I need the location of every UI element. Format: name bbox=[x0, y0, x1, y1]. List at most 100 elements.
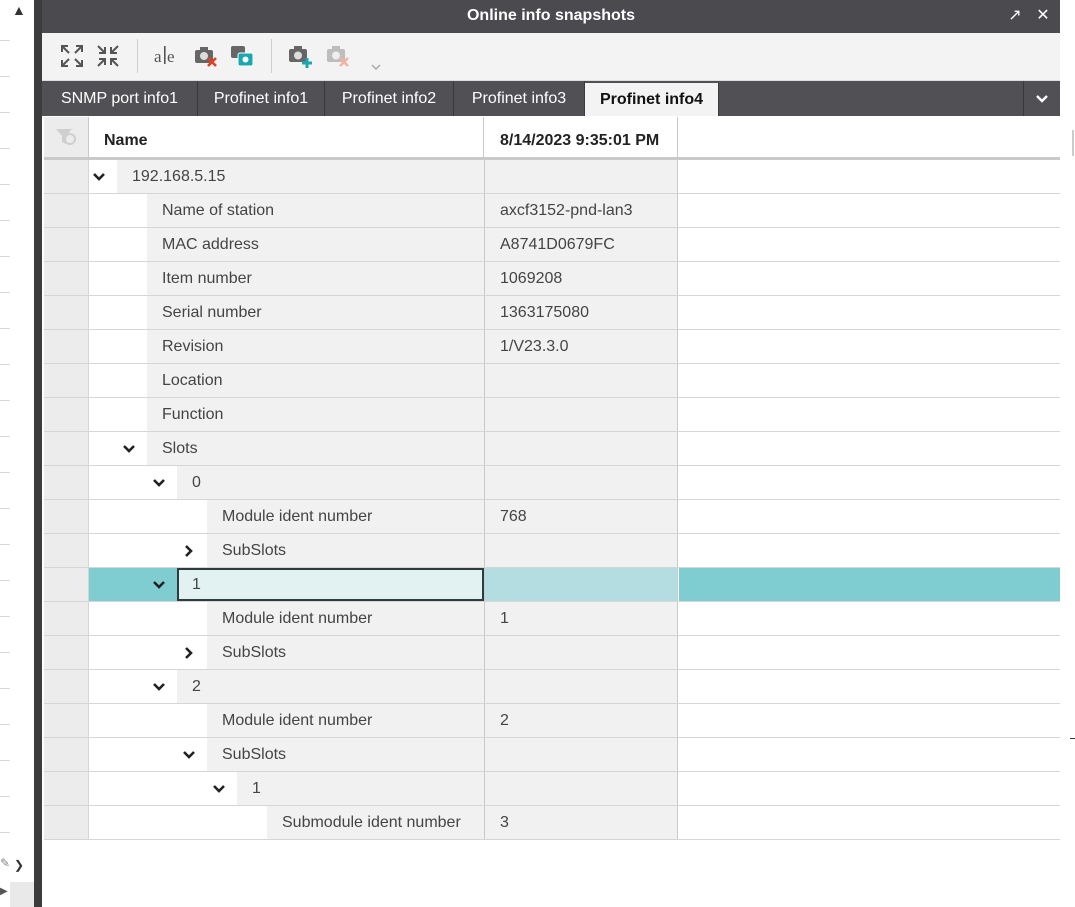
tab-snmp-port-info1[interactable]: SNMP port info1 bbox=[42, 81, 198, 116]
column-header-name[interactable]: Name bbox=[89, 117, 484, 157]
row-value bbox=[485, 432, 678, 465]
tree-row[interactable]: Serial number 1363175080 bbox=[44, 296, 1060, 330]
remove-snapshot-icon[interactable] bbox=[324, 42, 352, 70]
chevron-down-icon[interactable] bbox=[149, 568, 169, 601]
row-value bbox=[485, 534, 678, 567]
delete-snapshot-icon[interactable] bbox=[192, 42, 220, 70]
edit-icon: ✎ bbox=[0, 856, 11, 870]
row-selector[interactable] bbox=[44, 806, 89, 839]
chevron-down-icon[interactable] bbox=[179, 738, 199, 771]
tree-row[interactable]: SubSlots bbox=[44, 534, 1060, 568]
chevron-down-icon[interactable] bbox=[149, 466, 169, 499]
tab-profinet-info1[interactable]: Profinet info1 bbox=[198, 81, 325, 116]
tree-row[interactable]: Location bbox=[44, 364, 1060, 398]
tree-row[interactable]: Module ident number 2 bbox=[44, 704, 1060, 738]
empty-cell bbox=[679, 194, 1060, 227]
row-selector[interactable] bbox=[44, 194, 89, 227]
take-snapshot-icon[interactable] bbox=[286, 42, 314, 70]
row-selector[interactable] bbox=[44, 534, 89, 567]
empty-cell bbox=[679, 330, 1060, 363]
divider bbox=[0, 148, 10, 149]
row-name: 2 bbox=[192, 678, 201, 695]
tree-row[interactable]: MAC address A8741D0679FC bbox=[44, 228, 1060, 262]
row-value: 3 bbox=[485, 806, 678, 839]
row-name: SubSlots bbox=[222, 644, 287, 661]
collapse-all-icon[interactable] bbox=[94, 42, 122, 70]
header-filter-cell[interactable] bbox=[44, 117, 89, 157]
row-selector[interactable] bbox=[44, 262, 89, 295]
tree-row[interactable]: Module ident number 768 bbox=[44, 500, 1060, 534]
row-selector[interactable] bbox=[44, 704, 89, 737]
tree-row[interactable]: 1 bbox=[44, 772, 1060, 806]
row-selector[interactable] bbox=[44, 670, 89, 703]
row-selector[interactable] bbox=[44, 568, 89, 601]
row-selector[interactable] bbox=[44, 330, 89, 363]
expand-arrow-icon[interactable]: ▶ bbox=[0, 886, 8, 897]
chevron-right-icon[interactable] bbox=[179, 636, 199, 669]
chevron-down-icon[interactable] bbox=[89, 160, 109, 193]
row-selector[interactable] bbox=[44, 738, 89, 771]
divider bbox=[0, 616, 10, 617]
tree-row[interactable]: Slots bbox=[44, 432, 1060, 466]
rename-icon[interactable]: a e bbox=[152, 42, 180, 70]
tab-profinet-info3[interactable]: Profinet info3 bbox=[454, 81, 585, 116]
row-selector[interactable] bbox=[44, 500, 89, 533]
row-value: 2 bbox=[485, 704, 678, 737]
row-selector[interactable] bbox=[44, 160, 89, 193]
row-value bbox=[485, 364, 678, 397]
row-value bbox=[485, 772, 678, 805]
row-selector[interactable] bbox=[44, 772, 89, 805]
tree-row[interactable]: Function bbox=[44, 398, 1060, 432]
empty-cell bbox=[679, 262, 1060, 295]
row-value bbox=[485, 670, 678, 703]
row-selector[interactable] bbox=[44, 432, 89, 465]
chevron-down-icon[interactable]: ❯ bbox=[14, 858, 24, 872]
expand-all-icon[interactable] bbox=[58, 42, 86, 70]
row-name: 192.168.5.15 bbox=[132, 168, 226, 185]
row-selector[interactable] bbox=[44, 228, 89, 261]
copy-snapshot-icon[interactable] bbox=[228, 42, 256, 70]
tree-row[interactable]: 192.168.5.15 bbox=[44, 160, 1060, 194]
snapshot-grid: Name 8/14/2023 9:35:01 PM 192.168.5.15 Na… bbox=[44, 117, 1060, 840]
row-value: 1363175080 bbox=[485, 296, 678, 329]
row-value bbox=[485, 568, 678, 601]
empty-cell bbox=[679, 500, 1060, 533]
chevron-down-icon[interactable] bbox=[119, 432, 139, 465]
tree-row[interactable]: Module ident number 1 bbox=[44, 602, 1060, 636]
empty-cell bbox=[679, 296, 1060, 329]
row-selector[interactable] bbox=[44, 636, 89, 669]
row-selector[interactable] bbox=[44, 398, 89, 431]
tree-row[interactable]: Submodule ident number 3 bbox=[44, 806, 1060, 840]
tree-row[interactable]: 2 bbox=[44, 670, 1060, 704]
row-selector[interactable] bbox=[44, 364, 89, 397]
row-value: A8741D0679FC bbox=[485, 228, 678, 261]
tree-row[interactable]: SubSlots bbox=[44, 738, 1060, 772]
tab-profinet-info4[interactable]: Profinet info4 bbox=[585, 83, 719, 116]
chevron-right-icon[interactable] bbox=[179, 534, 199, 567]
tab-profinet-info2[interactable]: Profinet info2 bbox=[325, 81, 454, 116]
scroll-up-icon[interactable]: ▲ bbox=[12, 2, 26, 18]
divider bbox=[1070, 738, 1075, 739]
dropdown-arrow-icon[interactable] bbox=[371, 63, 381, 71]
divider bbox=[0, 508, 10, 509]
row-selector[interactable] bbox=[44, 602, 89, 635]
column-header-snapshot[interactable]: 8/14/2023 9:35:01 PM bbox=[485, 117, 678, 157]
tree-row[interactable]: 1 bbox=[44, 568, 1060, 602]
tree-row[interactable]: 0 bbox=[44, 466, 1060, 500]
divider bbox=[0, 688, 10, 689]
divider bbox=[0, 292, 10, 293]
row-selector[interactable] bbox=[44, 296, 89, 329]
divider bbox=[0, 364, 10, 365]
close-icon[interactable]: ✕ bbox=[1032, 5, 1054, 27]
tree-row[interactable]: Revision 1/V23.3.0 bbox=[44, 330, 1060, 364]
tree-row[interactable]: Name of station axcf3152-pnd-lan3 bbox=[44, 194, 1060, 228]
float-window-icon[interactable]: ↗ bbox=[1004, 5, 1026, 27]
clear-filter-icon[interactable] bbox=[54, 125, 78, 149]
row-selector[interactable] bbox=[44, 466, 89, 499]
chevron-down-icon[interactable] bbox=[149, 670, 169, 703]
tree-row[interactable]: Item number 1069208 bbox=[44, 262, 1060, 296]
row-value: 1 bbox=[485, 602, 678, 635]
tab-overflow-chevron-icon[interactable] bbox=[1023, 81, 1060, 116]
chevron-down-icon[interactable] bbox=[209, 772, 229, 805]
tree-row[interactable]: SubSlots bbox=[44, 636, 1060, 670]
